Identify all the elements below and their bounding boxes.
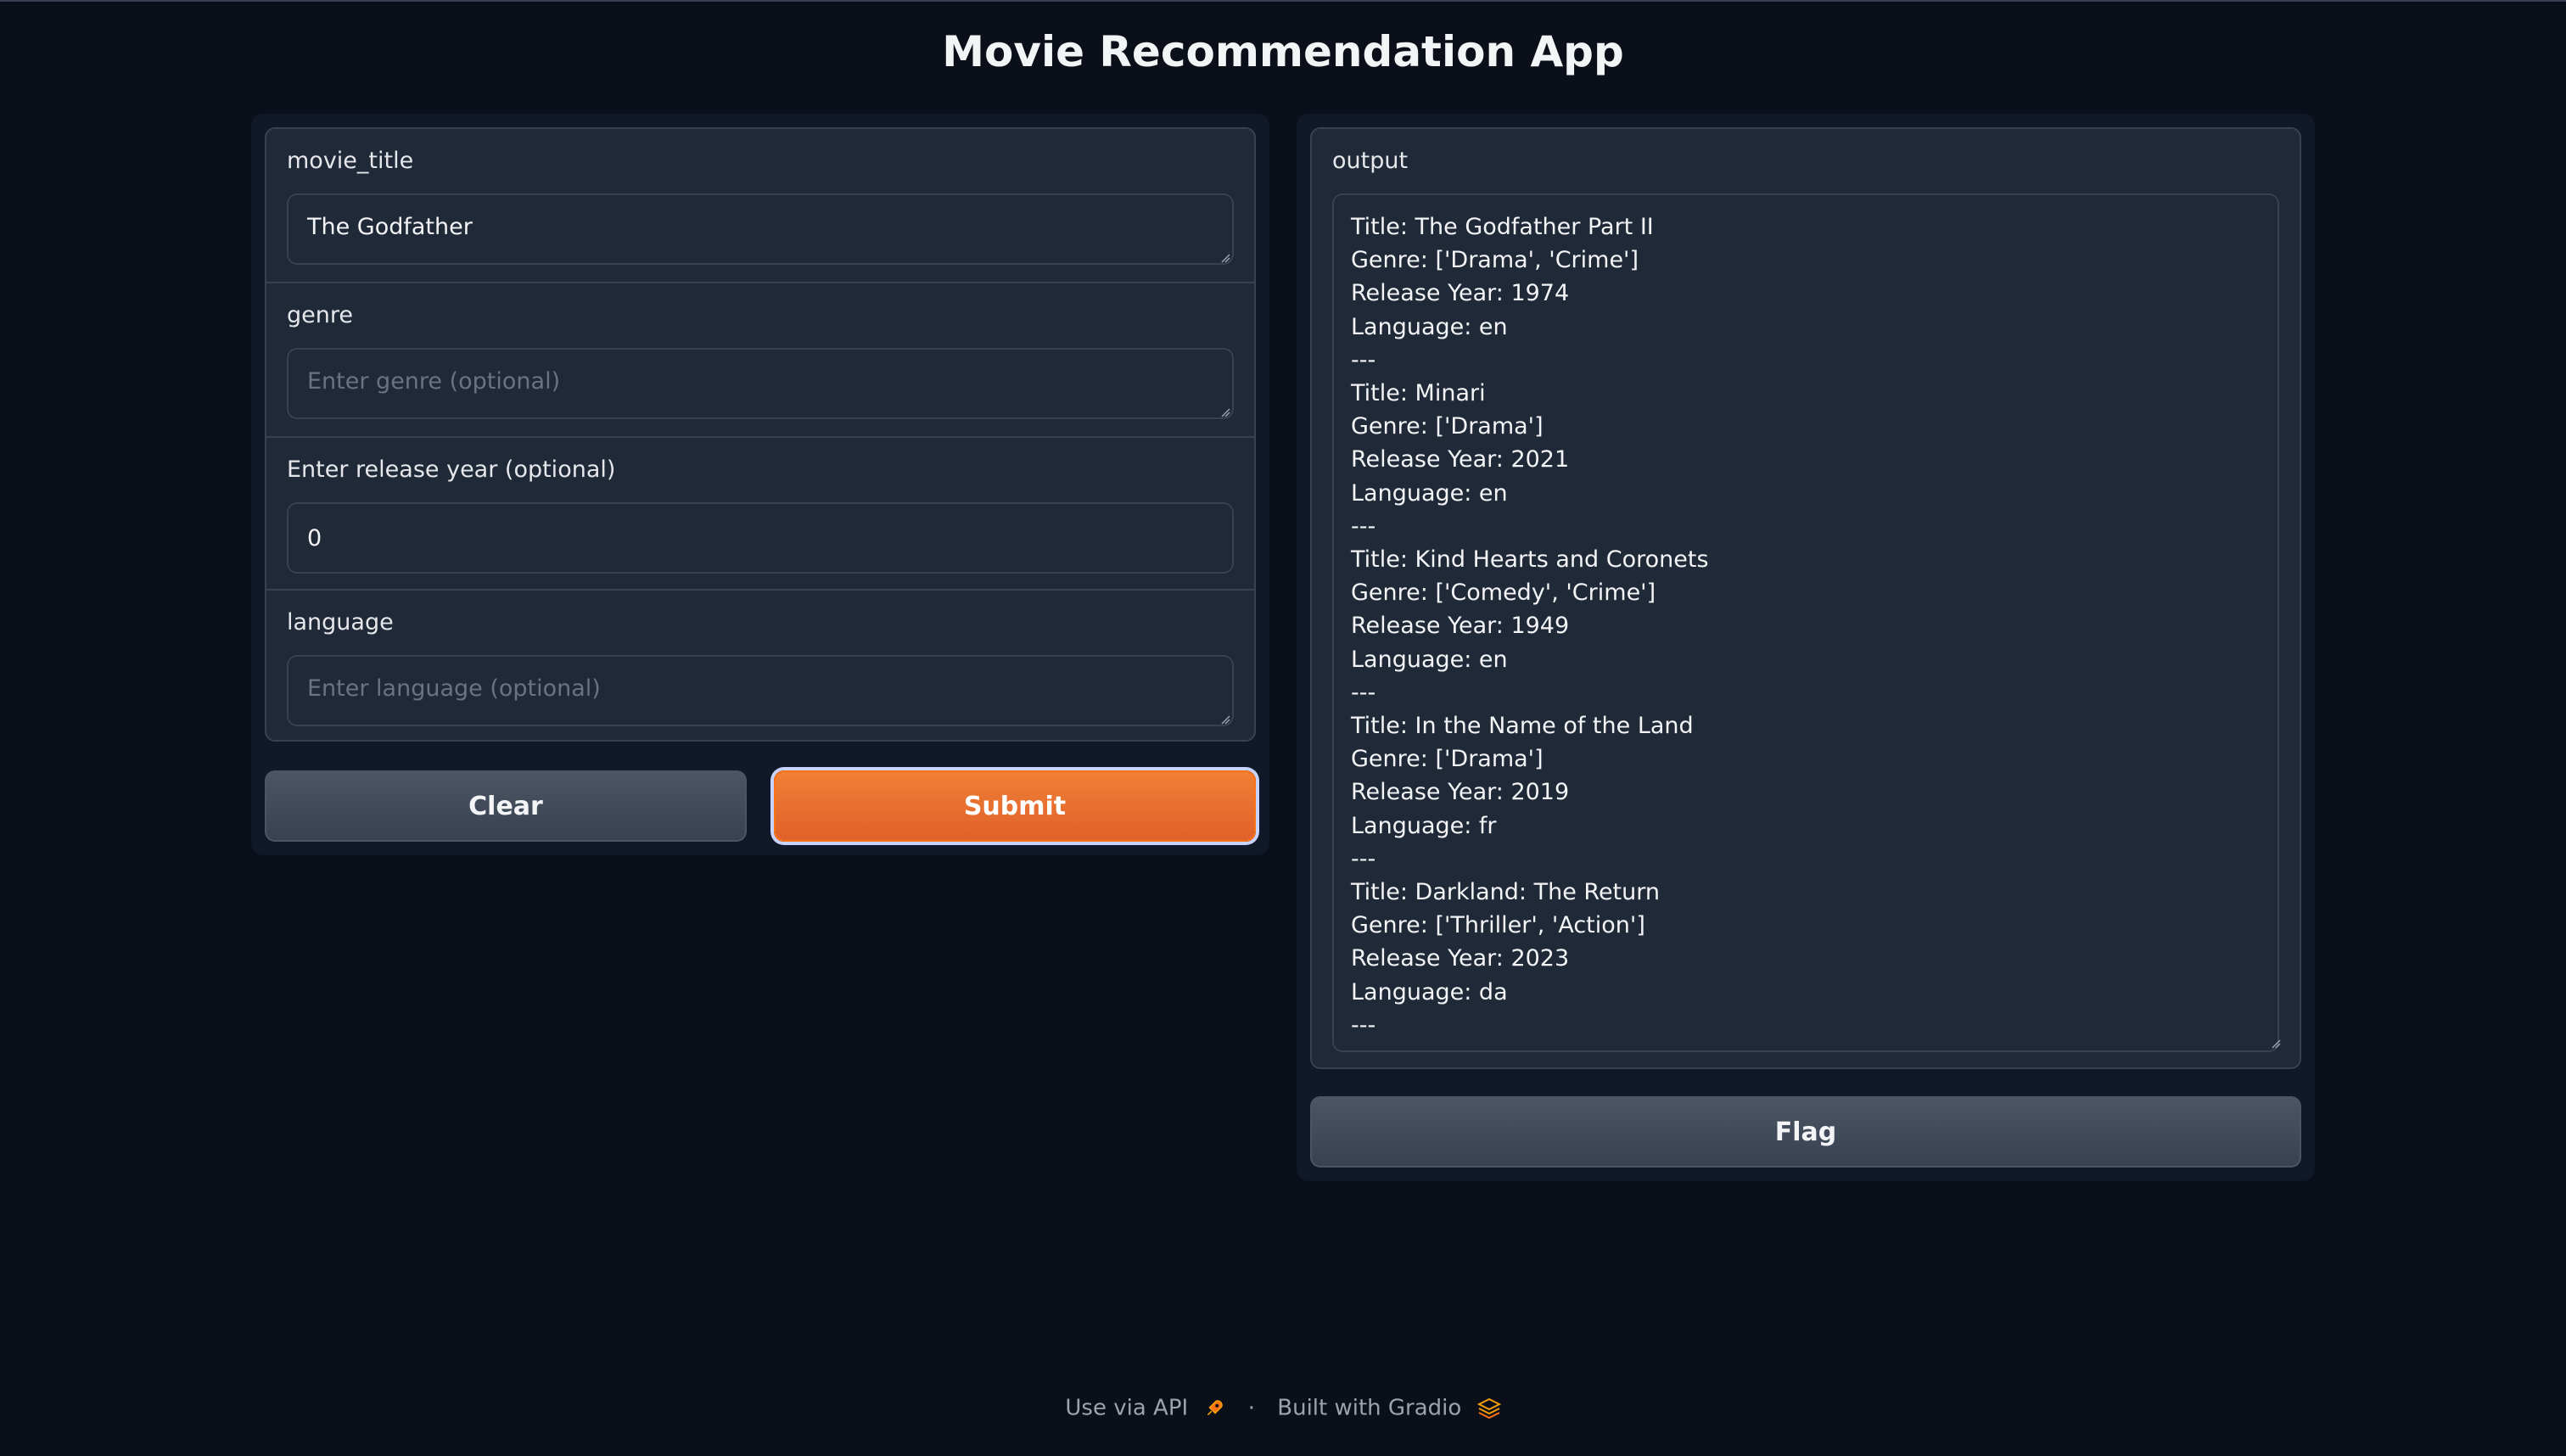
genre-label: genre bbox=[287, 302, 353, 328]
output-line: Language: da bbox=[1351, 978, 1508, 1005]
output-label: output bbox=[1332, 148, 1409, 174]
page-title: Movie Recommendation App bbox=[942, 27, 1624, 76]
movie-title-input[interactable] bbox=[287, 193, 1234, 265]
gradio-logo-icon bbox=[1476, 1397, 1501, 1419]
output-line: Title: Darkland: The Return bbox=[1351, 879, 1660, 906]
output-line: Release Year: 2021 bbox=[1351, 446, 1570, 473]
clear-button[interactable]: Clear bbox=[265, 770, 747, 842]
output-line: --- bbox=[1351, 346, 1376, 373]
output-line: Language: fr bbox=[1351, 812, 1497, 839]
output-line: Genre: ['Comedy', 'Crime'] bbox=[1351, 580, 1656, 607]
flag-button[interactable]: Flag bbox=[1310, 1096, 2301, 1168]
language-input[interactable] bbox=[287, 655, 1234, 726]
output-line: Language: en bbox=[1351, 646, 1508, 673]
rocket-icon bbox=[1207, 1399, 1224, 1415]
output-line: Language: en bbox=[1351, 479, 1508, 507]
output-line: Title: Minari bbox=[1351, 380, 1486, 407]
output-line: Title: Kind Hearts and Coronets bbox=[1351, 546, 1709, 574]
input-panel: movie_title genre Enter release year (op… bbox=[251, 114, 1269, 855]
output-line: Genre: ['Thriller', 'Action'] bbox=[1351, 912, 1645, 939]
output-line: Title: The Godfather Part II bbox=[1351, 214, 1654, 240]
language-label: language bbox=[287, 609, 394, 636]
submit-button[interactable]: Submit bbox=[774, 770, 1256, 842]
output-line: Title: In the Name of the Land bbox=[1351, 713, 1694, 740]
output-line: Genre: ['Drama'] bbox=[1351, 746, 1544, 773]
genre-input[interactable] bbox=[287, 348, 1234, 419]
output-textbox[interactable]: Title: The Godfather Part II Genre: ['Dra… bbox=[1332, 193, 2279, 1052]
use-via-api-link[interactable]: Use via API bbox=[1065, 1396, 1188, 1421]
footer-separator: · bbox=[1247, 1395, 1255, 1421]
output-line: Release Year: 1974 bbox=[1351, 280, 1570, 307]
inputs-form: movie_title genre Enter release year (op… bbox=[265, 127, 1256, 742]
output-line: --- bbox=[1351, 845, 1376, 872]
output-block: output Title: The Godfather Part II Genre… bbox=[1310, 127, 2301, 1069]
movie-title-field: movie_title bbox=[266, 129, 1254, 282]
movie-title-label: movie_title bbox=[287, 148, 414, 174]
language-field: language bbox=[266, 589, 1254, 742]
output-line: Genre: ['Drama'] bbox=[1351, 413, 1544, 440]
output-line: --- bbox=[1351, 512, 1376, 540]
output-line: Release Year: 1949 bbox=[1351, 613, 1570, 640]
footer: Use via API · Built with Gradio bbox=[0, 1395, 2566, 1421]
output-panel: output Title: The Godfather Part II Genre… bbox=[1297, 114, 2315, 1181]
output-line: Language: en bbox=[1351, 313, 1508, 340]
release-year-field: Enter release year (optional) bbox=[266, 436, 1254, 589]
output-line: Genre: ['Drama', 'Crime'] bbox=[1351, 247, 1639, 274]
output-line: Release Year: 2019 bbox=[1351, 779, 1570, 806]
output-line: --- bbox=[1351, 679, 1376, 706]
output-line: Release Year: 2023 bbox=[1351, 945, 1570, 972]
output-line: --- bbox=[1351, 1011, 1376, 1039]
release-year-label: Enter release year (optional) bbox=[287, 456, 616, 483]
built-with-gradio-link[interactable]: Built with Gradio bbox=[1277, 1396, 1461, 1421]
genre-field: genre bbox=[266, 282, 1254, 436]
release-year-input[interactable] bbox=[287, 502, 1234, 574]
top-border bbox=[0, 0, 2566, 2]
